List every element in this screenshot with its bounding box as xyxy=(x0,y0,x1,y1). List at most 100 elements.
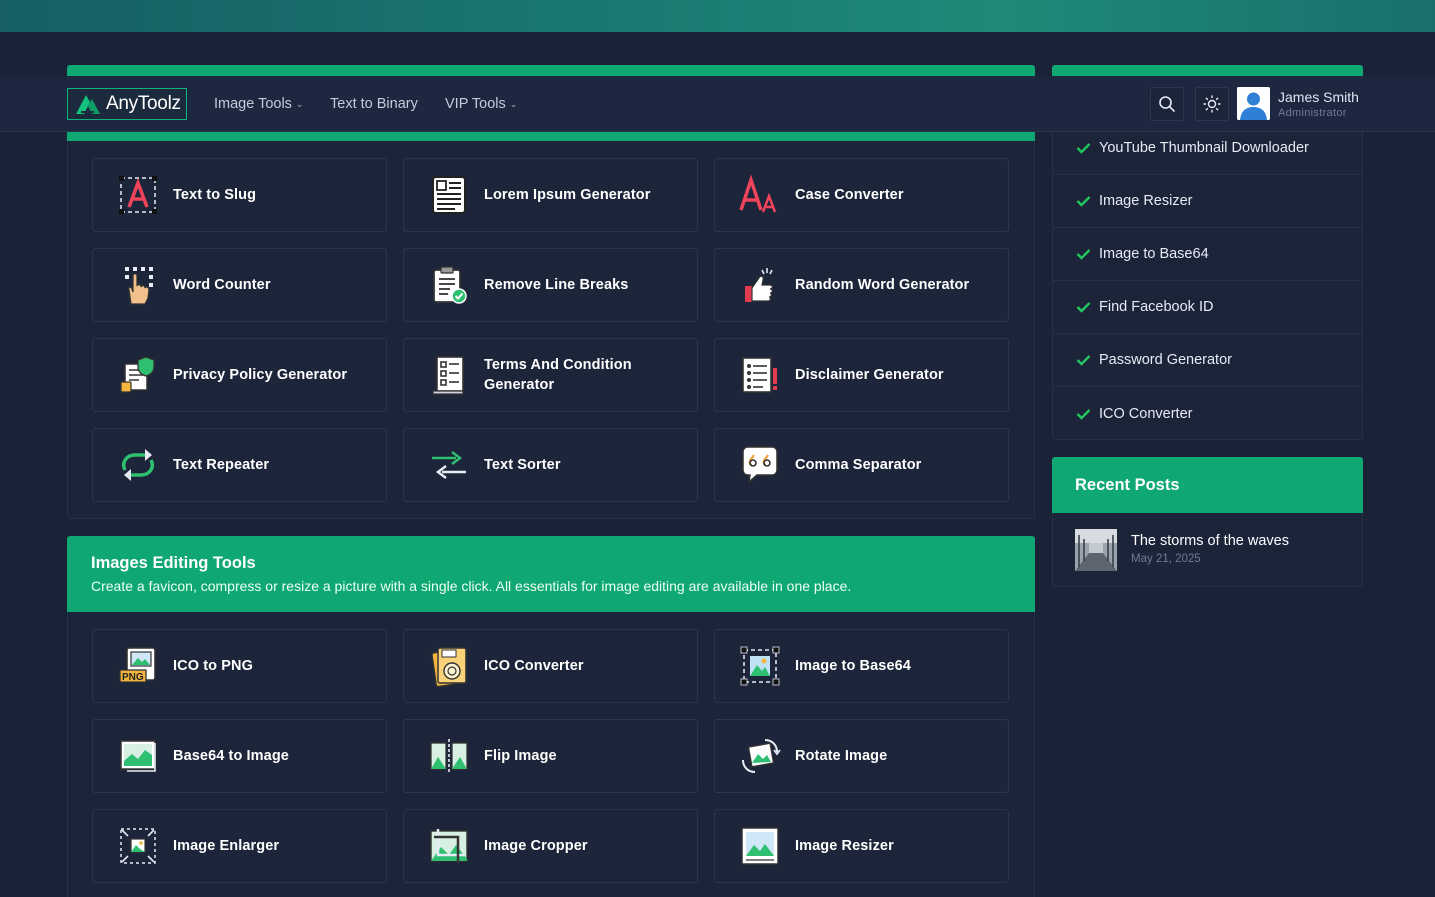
nav-image-tools-label: Image Tools xyxy=(214,96,292,112)
search-icon xyxy=(1159,96,1175,112)
tool-card-label: Image Cropper xyxy=(484,838,588,854)
tool-card-label: Text to Slug xyxy=(173,187,257,203)
check-icon xyxy=(1076,196,1091,207)
post-thumbnail-image xyxy=(1075,529,1117,571)
logo-mark-icon xyxy=(76,95,100,114)
sidebar-link-youtube-thumbnail[interactable]: YouTube Thumbnail Downloader xyxy=(1052,122,1363,175)
enlarge-icon xyxy=(117,825,159,867)
sidebar-link-image-resizer[interactable]: Image Resizer xyxy=(1052,175,1363,228)
tool-card-word-counter[interactable]: Word Counter xyxy=(92,248,387,322)
quote-bubble-icon xyxy=(739,444,781,486)
flip-icon xyxy=(428,735,470,777)
tool-card-terms-condition[interactable]: Terms And Condition Generator xyxy=(403,338,698,412)
search-button[interactable] xyxy=(1150,87,1184,121)
tool-card-label: Rotate Image xyxy=(795,748,888,764)
post-title[interactable]: The storms of the waves xyxy=(1131,533,1289,549)
image-select-icon xyxy=(739,645,781,687)
tool-card-label: Image Enlarger xyxy=(173,838,280,854)
tool-card-ico-to-png[interactable]: PNG ICO to PNG xyxy=(92,629,387,703)
tool-card-label: Word Counter xyxy=(173,277,271,293)
recent-posts-title: Recent Posts xyxy=(1052,457,1363,513)
tool-card-label: Text Sorter xyxy=(484,457,561,473)
tool-card-random-word[interactable]: Random Word Generator xyxy=(714,248,1009,322)
tool-card-base64-to-image[interactable]: Base64 to Image xyxy=(92,719,387,793)
tool-card-label: Random Word Generator xyxy=(795,277,970,293)
tool-card-label: ICO to PNG xyxy=(173,658,253,674)
shield-document-icon xyxy=(117,354,159,396)
sidebar-link-label: Image Resizer xyxy=(1099,193,1193,209)
panel-accent-strip xyxy=(67,132,1035,141)
panel-accent-bar xyxy=(1052,65,1363,76)
sort-arrows-icon xyxy=(428,444,470,486)
check-icon xyxy=(1076,143,1091,154)
tool-card-rotate-image[interactable]: Rotate Image xyxy=(714,719,1009,793)
user-name[interactable]: James Smith xyxy=(1278,89,1359,105)
ico-file-icon xyxy=(428,645,470,687)
image-chart-icon xyxy=(117,735,159,777)
nav-text-to-binary-label: Text to Binary xyxy=(330,96,418,112)
tool-card-image-resizer[interactable]: Image Resizer xyxy=(714,809,1009,883)
tool-card-ico-converter[interactable]: ICO Converter xyxy=(403,629,698,703)
nav-vip-tools[interactable]: VIP Tools ⌄ xyxy=(445,96,517,112)
sidebar-link-password-generator[interactable]: Password Generator xyxy=(1052,334,1363,387)
images-section-header: Images Editing Tools Create a favicon, c… xyxy=(67,536,1035,612)
checklist-icon xyxy=(428,354,470,396)
tool-card-label: Terms And Condition Generator xyxy=(484,357,632,393)
tool-card-text-to-slug[interactable]: Text to Slug xyxy=(92,158,387,232)
tool-card-lorem-ipsum[interactable]: Lorem Ipsum Generator xyxy=(403,158,698,232)
tool-card-label: Image Resizer xyxy=(795,838,894,854)
tool-card-image-to-base64[interactable]: Image to Base64 xyxy=(714,629,1009,703)
tool-card-comma-separator[interactable]: Comma Separator xyxy=(714,428,1009,502)
chevron-down-icon: ⌄ xyxy=(509,98,518,109)
tool-card-disclaimer[interactable]: Disclaimer Generator xyxy=(714,338,1009,412)
tool-card-case-converter[interactable]: Case Converter xyxy=(714,158,1009,232)
tool-card-label: ICO Converter xyxy=(484,658,584,674)
resize-icon xyxy=(739,825,781,867)
sidebar-link-image-to-base64[interactable]: Image to Base64 xyxy=(1052,228,1363,281)
post-thumbnail[interactable] xyxy=(1075,529,1117,571)
case-icon xyxy=(739,174,781,216)
clipboard-check-icon xyxy=(428,264,470,306)
tool-card-remove-line-breaks[interactable]: Remove Line Breaks xyxy=(403,248,698,322)
check-icon xyxy=(1076,249,1091,260)
user-avatar[interactable] xyxy=(1237,87,1270,120)
nav-text-to-binary[interactable]: Text to Binary xyxy=(330,96,418,112)
tool-card-label: Case Converter xyxy=(795,187,904,203)
post-date: May 21, 2025 xyxy=(1131,553,1201,565)
tool-card-image-enlarger[interactable]: Image Enlarger xyxy=(92,809,387,883)
theme-toggle-button[interactable] xyxy=(1195,87,1229,121)
tool-card-text-repeater[interactable]: Text Repeater xyxy=(92,428,387,502)
list-document-icon xyxy=(739,354,781,396)
sun-icon xyxy=(1203,95,1221,113)
check-icon xyxy=(1076,408,1091,420)
check-icon xyxy=(1076,355,1091,366)
hand-pointer-icon xyxy=(117,264,159,306)
tool-card-label: Privacy Policy Generator xyxy=(173,367,348,383)
sidebar-link-find-facebook-id[interactable]: Find Facebook ID xyxy=(1052,281,1363,334)
section-description: Create a favicon, compress or resize a p… xyxy=(91,578,852,594)
nav-image-tools[interactable]: Image Tools ⌄ xyxy=(214,96,303,112)
brand-name: AnyToolz xyxy=(106,93,181,114)
tool-card-label: Image to Base64 xyxy=(795,658,911,674)
hero-banner xyxy=(0,0,1435,32)
brand-logo[interactable]: AnyToolz xyxy=(67,88,187,120)
tool-card-label: Disclaimer Generator xyxy=(795,367,944,383)
tool-card-text-sorter[interactable]: Text Sorter xyxy=(403,428,698,502)
tool-card-flip-image[interactable]: Flip Image xyxy=(403,719,698,793)
user-avatar-icon xyxy=(1237,87,1270,120)
sidebar-link-label: ICO Converter xyxy=(1099,405,1193,422)
tool-card-label: Comma Separator xyxy=(795,457,922,473)
document-icon xyxy=(428,174,470,216)
repeat-icon xyxy=(117,444,159,486)
sidebar-link-label: Password Generator xyxy=(1099,352,1232,368)
check-icon xyxy=(1076,302,1091,313)
sidebar-link-label: YouTube Thumbnail Downloader xyxy=(1099,140,1309,156)
tool-card-image-cropper[interactable]: Image Cropper xyxy=(403,809,698,883)
sidebar-link-ico-converter[interactable]: ICO Converter xyxy=(1052,387,1363,440)
section-title: Images Editing Tools xyxy=(91,554,256,572)
png-file-icon: PNG xyxy=(117,645,159,687)
tool-card-privacy-policy[interactable]: Privacy Policy Generator xyxy=(92,338,387,412)
thumbs-up-icon xyxy=(739,264,781,306)
panel-accent-bar xyxy=(67,65,1035,76)
tool-card-label: Remove Line Breaks xyxy=(484,277,629,293)
